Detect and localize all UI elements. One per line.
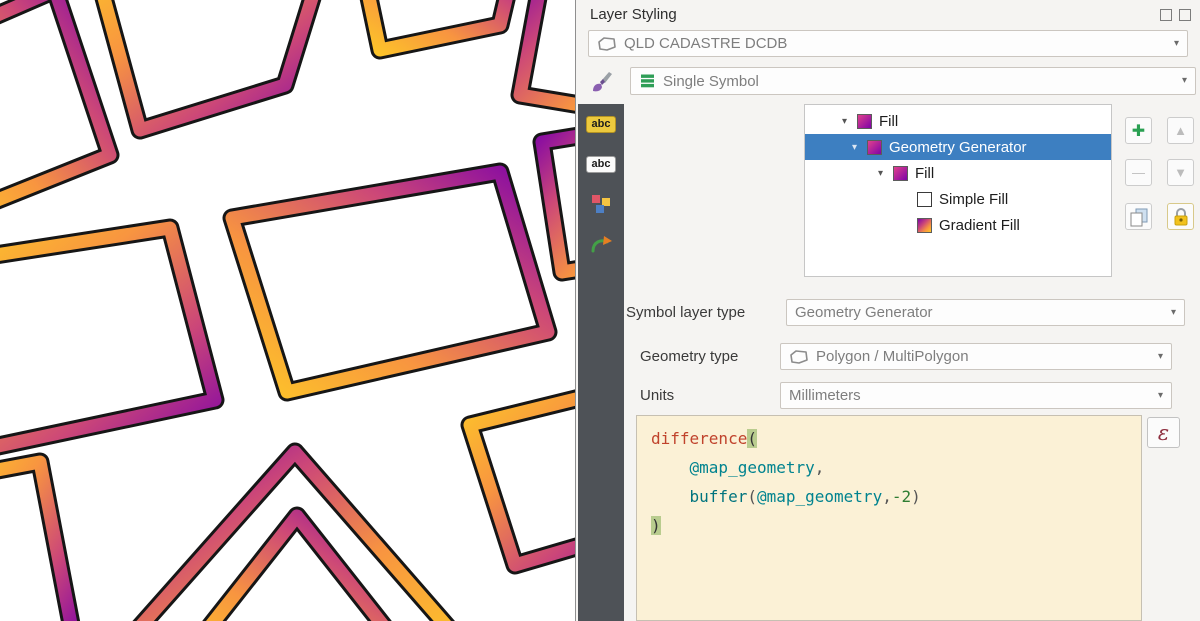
- move-down-button[interactable]: ▼: [1167, 159, 1194, 186]
- tree-row-fill[interactable]: ▾ Fill: [805, 108, 1111, 134]
- duplicate-symbol-layer-button[interactable]: [1125, 203, 1152, 230]
- tree-row-label: Fill: [879, 113, 898, 130]
- tab-diagrams[interactable]: [578, 184, 624, 224]
- lock-icon: [1171, 207, 1191, 227]
- tree-row-label: Fill: [915, 165, 934, 182]
- units-value: Millimeters: [789, 387, 861, 404]
- layer-selector-combo[interactable]: QLD CADASTRE DCDB ▾: [588, 30, 1188, 57]
- lock-color-button[interactable]: [1167, 203, 1194, 230]
- down-arrow-icon: ▼: [1174, 165, 1187, 180]
- up-arrow-icon: ▲: [1174, 123, 1187, 138]
- remove-symbol-layer-button[interactable]: —: [1125, 159, 1152, 186]
- chevron-down-icon: ▾: [1182, 76, 1187, 86]
- epsilon-icon: ε: [1158, 421, 1169, 445]
- tree-row-geometry-generator[interactable]: ▾ Geometry Generator: [805, 134, 1111, 160]
- tree-row-label: Gradient Fill: [939, 217, 1020, 234]
- history-arrow-icon: [589, 234, 613, 254]
- paintbrush-icon: [589, 70, 613, 94]
- callouts-abc-icon: abc: [586, 156, 616, 173]
- tab-labels[interactable]: abc: [578, 104, 624, 144]
- symbol-layer-type-value: Geometry Generator: [795, 304, 933, 321]
- tree-row-label: Simple Fill: [939, 191, 1008, 208]
- diagrams-icon: [591, 194, 611, 214]
- tree-row-simple-fill[interactable]: Simple Fill: [805, 186, 1111, 212]
- styling-tab-strip: abc abc: [578, 60, 624, 621]
- move-up-button[interactable]: ▲: [1167, 117, 1194, 144]
- plus-icon: ✚: [1132, 121, 1145, 141]
- minus-icon: —: [1132, 165, 1145, 180]
- dock-float-icon[interactable]: [1160, 9, 1172, 21]
- tab-callouts[interactable]: abc: [578, 144, 624, 184]
- expand-arrow-icon[interactable]: ▾: [839, 116, 850, 127]
- tab-symbology[interactable]: [578, 60, 624, 104]
- geometry-type-combo[interactable]: Polygon / MultiPolygon ▾: [780, 343, 1172, 370]
- simple-fill-swatch: [917, 192, 932, 207]
- panel-title: Layer Styling: [590, 6, 677, 23]
- polygon-layer-icon: [597, 37, 617, 51]
- fill-swatch: [893, 166, 908, 181]
- tree-row-gradient-fill[interactable]: Gradient Fill: [805, 212, 1111, 238]
- chevron-down-icon: ▾: [1174, 39, 1179, 49]
- expand-arrow-icon[interactable]: ▾: [849, 142, 860, 153]
- dock-close-icon[interactable]: [1179, 9, 1191, 21]
- labels-abc-icon: abc: [586, 116, 616, 133]
- expand-arrow-icon[interactable]: ▾: [875, 168, 886, 179]
- add-symbol-layer-button[interactable]: ✚: [1125, 117, 1152, 144]
- renderer-selector-value: Single Symbol: [663, 73, 759, 90]
- tree-row-label: Geometry Generator: [889, 139, 1027, 156]
- duplicate-icon: [1129, 207, 1149, 227]
- geometry-type-label: Geometry type: [640, 348, 738, 365]
- polygon-geometry-icon: [789, 350, 809, 364]
- geometry-generator-swatch: [867, 140, 882, 155]
- chevron-down-icon: ▾: [1158, 352, 1163, 362]
- symbol-tree: ▾ Fill ▾ Geometry Generator ▾ Fill Simpl…: [804, 104, 1112, 277]
- expression-builder-button[interactable]: ε: [1147, 417, 1180, 448]
- tree-row-fill-inner[interactable]: ▾ Fill: [805, 160, 1111, 186]
- map-canvas[interactable]: [0, 0, 575, 621]
- tab-history[interactable]: [578, 224, 624, 264]
- fill-swatch: [857, 114, 872, 129]
- qgis-window: Layer Styling QLD CADASTRE DCDB ▾ Single…: [0, 0, 1200, 621]
- gradient-fill-swatch: [917, 218, 932, 233]
- chevron-down-icon: ▾: [1171, 308, 1176, 318]
- expression-editor[interactable]: difference( @map_geometry, buffer(@map_g…: [636, 415, 1142, 621]
- layer-selector-value: QLD CADASTRE DCDB: [624, 35, 787, 52]
- symbol-layers-icon: [639, 73, 656, 89]
- units-combo[interactable]: Millimeters ▾: [780, 382, 1172, 409]
- chevron-down-icon: ▾: [1158, 391, 1163, 401]
- geometry-type-value: Polygon / MultiPolygon: [816, 348, 969, 365]
- renderer-selector-combo[interactable]: Single Symbol ▾: [630, 67, 1196, 95]
- layer-styling-panel: Layer Styling QLD CADASTRE DCDB ▾ Single…: [575, 0, 1200, 621]
- symbol-layer-type-label: Symbol layer type: [626, 304, 745, 321]
- symbol-layer-type-combo[interactable]: Geometry Generator ▾: [786, 299, 1185, 326]
- units-label: Units: [640, 387, 674, 404]
